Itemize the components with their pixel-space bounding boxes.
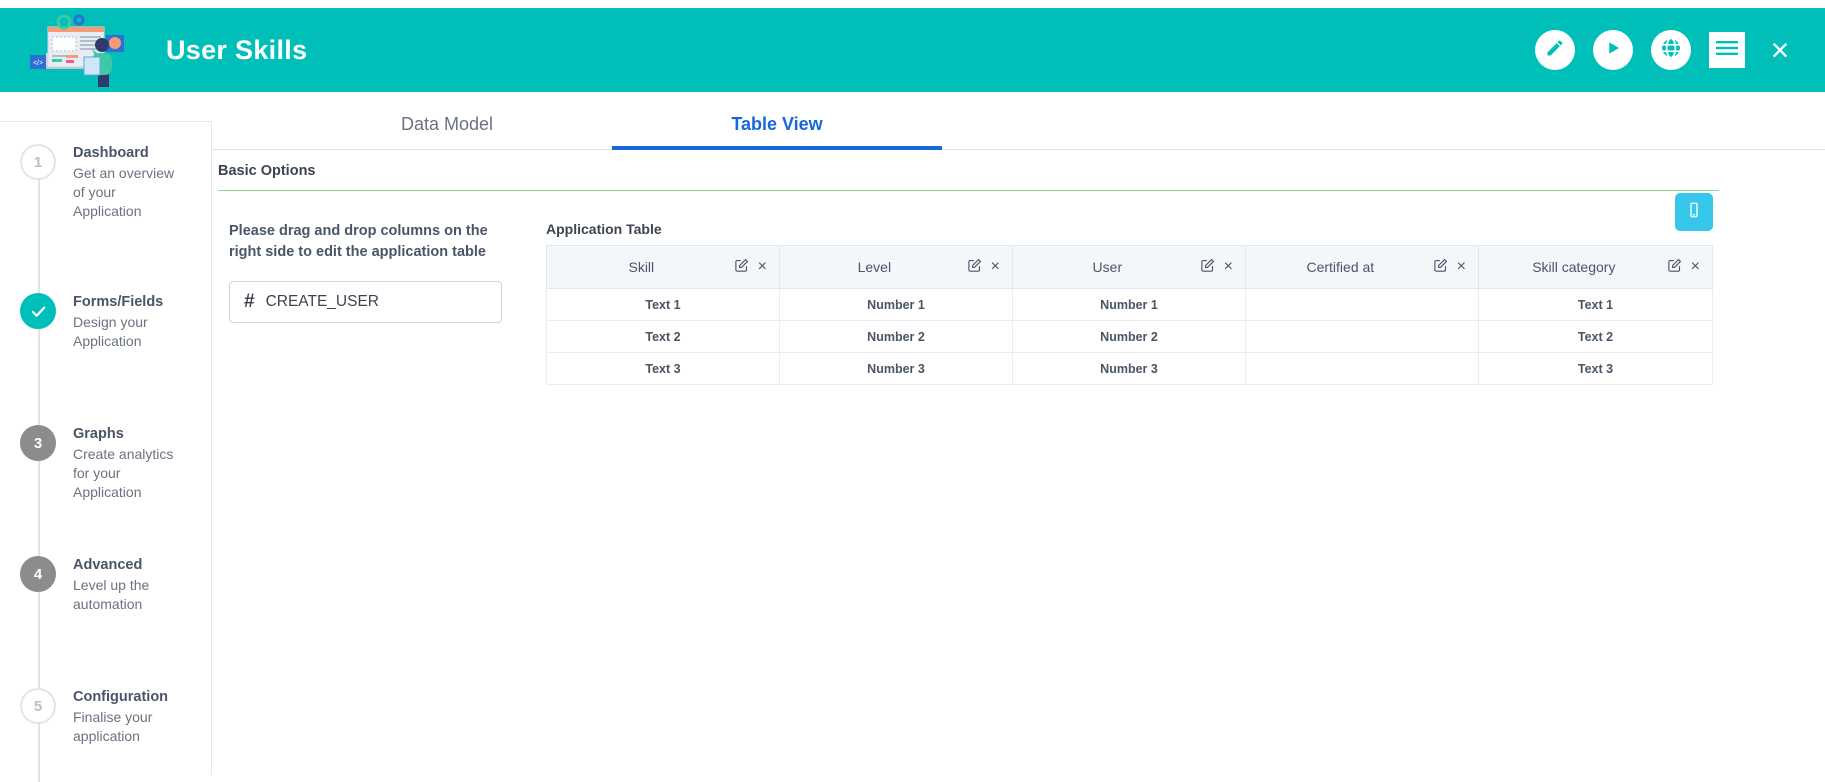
step-desc-forms-fields: Design your Application [73,314,148,349]
table-cell: Text 1 [546,288,780,321]
step-bullet-1: 1 [20,144,56,180]
globe-icon [1658,35,1684,66]
menu-button[interactable] [1709,32,1745,68]
remove-column-icon[interactable]: × [758,259,767,275]
step-desc-graphs: Create analytics for your Application [73,446,174,500]
step-title-forms-fields: Forms/Fields [73,294,164,310]
sidebar-item-dashboard[interactable]: 1 Dashboard Get an overview of your Appl… [0,142,211,221]
remove-column-icon[interactable]: × [1457,259,1466,275]
sidebar-item-forms-fields[interactable]: Forms/Fields Design your Application [0,291,211,351]
pencil-icon [1545,38,1565,63]
column-label: Skill [628,259,655,275]
column-label: Certified at [1306,259,1375,275]
table-column-header-user[interactable]: User × [1012,245,1246,289]
sidebar-item-configuration[interactable]: 5 Configuration Finalise your applicatio… [0,686,211,746]
table-cell: Number 2 [1012,320,1246,353]
column-label: Skill category [1532,259,1616,275]
table-cell: Number 3 [1012,352,1246,385]
table-column-header-level[interactable]: Level × [779,245,1013,289]
step-desc-dashboard: Get an overview of your Application [73,165,175,219]
play-icon [1604,39,1622,62]
table-column-header-skill-category[interactable]: Skill category × [1478,245,1713,289]
table-column-header-skill[interactable]: Skill × [546,245,780,289]
edit-button[interactable] [1535,30,1575,70]
tab-data-model[interactable]: Data Model [282,92,612,149]
table-cell: Text 3 [1478,352,1713,385]
application-table: Skill × Level × User × Certified at × Sk… [546,245,1713,385]
table-row: Text 3 Number 3 Number 3 Text 3 [546,352,1713,385]
table-row: Text 2 Number 2 Number 2 Text 2 [546,320,1713,353]
publish-button[interactable] [1651,30,1691,70]
step-title-configuration: Configuration [73,689,169,705]
hash-icon: # [244,291,255,312]
table-cell [1245,320,1479,353]
table-row: Text 1 Number 1 Number 1 Text 1 [546,288,1713,321]
mobile-preview-button[interactable] [1675,193,1713,231]
table-cell: Number 1 [1012,288,1246,321]
table-cell [1245,288,1479,321]
field-chip-create-user[interactable]: # CREATE_USER [229,281,502,323]
step-bullet-3: 3 [20,425,56,461]
close-button[interactable]: × [1763,33,1797,67]
application-builder-illustration-logo: </> [26,13,132,87]
tab-table-view[interactable]: Table View [612,92,942,150]
table-cell: Text 2 [1478,320,1713,353]
stepper-list: 1 Dashboard Get an overview of your Appl… [0,122,211,782]
app-header: </> User Skills × [0,8,1825,92]
step-title-graphs: Graphs [73,426,124,442]
drop-instructions: Please drag and drop columns on the righ… [229,223,488,260]
edit-square-icon[interactable] [1667,258,1682,276]
step-bullet-5: 5 [20,688,56,724]
application-table-caption: Application Table [546,221,662,237]
column-drop-panel: Please drag and drop columns on the righ… [212,221,502,385]
step-desc-configuration: Finalise your application [73,709,153,744]
svg-text:</>: </> [33,60,43,67]
edit-square-icon[interactable] [1200,258,1215,276]
sidebar-item-graphs[interactable]: 3 Graphs Create analytics for your Appli… [0,423,211,502]
header-actions: × [1535,30,1797,70]
run-button[interactable] [1593,30,1633,70]
mobile-device-icon [1685,201,1703,224]
hamburger-menu-icon [1716,40,1738,61]
tab-bar: Data Model Table View [212,92,1825,150]
table-cell: Text 2 [546,320,780,353]
section-title-basic-options: Basic Options [218,163,316,179]
column-label: User [1092,259,1123,275]
application-table-panel: Application Table Skill × Level × User ×… [546,193,1713,385]
remove-column-icon[interactable]: × [1691,259,1700,275]
table-column-header-certified-at[interactable]: Certified at × [1245,245,1479,289]
step-bullet-2-check-icon [20,293,56,329]
table-cell: Number 1 [779,288,1013,321]
edit-square-icon[interactable] [1433,258,1448,276]
step-title-dashboard: Dashboard [73,145,149,161]
step-bullet-4: 4 [20,556,56,592]
table-header-row: Skill × Level × User × Certified at × Sk… [546,245,1713,289]
edit-square-icon[interactable] [734,258,749,276]
table-cell: Number 3 [779,352,1013,385]
work-area: Please drag and drop columns on the righ… [212,191,1825,385]
table-cell: Number 2 [779,320,1013,353]
field-chip-label: CREATE_USER [265,293,379,310]
sidebar-item-advanced[interactable]: 4 Advanced Level up the automation [0,554,211,614]
step-title-advanced: Advanced [73,557,143,573]
edit-square-icon[interactable] [967,258,982,276]
table-cell: Text 1 [1478,288,1713,321]
remove-column-icon[interactable]: × [1224,259,1233,275]
step-desc-advanced: Level up the automation [73,577,150,612]
column-label: Level [857,259,892,275]
sidebar-stepper: 1 Dashboard Get an overview of your Appl… [0,121,212,782]
table-cell [1245,352,1479,385]
page-title: User Skills [166,34,308,65]
remove-column-icon[interactable]: × [991,259,1000,275]
main-content: Data Model Table View Basic Options Plea… [212,92,1825,775]
table-cell: Text 3 [546,352,780,385]
